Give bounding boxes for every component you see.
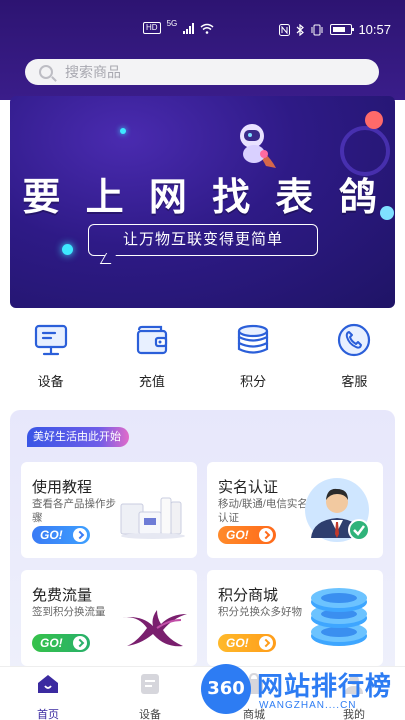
shortcut-label: 设备 <box>37 374 64 389</box>
5g-label: 5G <box>166 18 178 28</box>
app-header: HD 5G 10:57 <box>0 0 405 100</box>
card-title: 免费流量 <box>32 587 93 604</box>
hd-icon: HD <box>143 22 161 34</box>
go-label: GO! <box>40 636 63 650</box>
go-button[interactable]: GO! <box>32 526 90 544</box>
status-bar: HD 5G 10:57 <box>0 0 405 50</box>
promo-section: 美好生活由此开始 使用教程 查看各产品操作步骤 GO! 实名认证 移动/联通/电… <box>10 410 395 680</box>
promo-banner[interactable]: 要 上 网 找 表 鸽 让万物互联变得更简单 <box>10 96 395 308</box>
shortcut-label: 充值 <box>138 374 165 389</box>
nav-label: 首页 <box>37 709 59 720</box>
card-points-mall[interactable]: 积分商城 积分兑换众多好物 GO! <box>207 570 383 666</box>
system-indicators: 10:57 <box>279 22 391 37</box>
card-title: 使用教程 <box>32 479 93 496</box>
red-star-decoration <box>365 111 383 129</box>
banner-title: 要 上 网 找 表 鸽 <box>22 175 383 219</box>
go-button[interactable]: GO! <box>32 634 90 652</box>
card-free-data[interactable]: 免费流量 签到积分换流量 GO! <box>21 570 197 666</box>
card-desc: 积分兑换众多好物 <box>218 606 302 618</box>
cyan-star-decoration <box>120 128 126 134</box>
nav-home[interactable]: 首页 <box>18 673 78 720</box>
coin-stack-icon <box>238 324 269 354</box>
go-label: GO! <box>226 528 249 542</box>
shortcut-device[interactable]: 设备 <box>6 322 96 397</box>
nav-label: 设备 <box>139 709 161 720</box>
home-icon <box>38 675 58 693</box>
signal-icon <box>183 22 195 34</box>
watermark-text: 网站排行榜 <box>257 672 393 702</box>
device-icon <box>141 674 159 694</box>
chevron-right-icon <box>259 528 273 542</box>
site-watermark: 360 网站排行榜 WANGZHAN....CN <box>195 660 405 720</box>
search-bar[interactable] <box>25 59 379 85</box>
shortcut-label: 客服 <box>341 374 368 389</box>
devices-art <box>120 497 185 539</box>
card-title: 实名认证 <box>218 479 279 496</box>
search-icon <box>39 65 53 79</box>
astronaut-icon <box>240 124 276 168</box>
shortcut-points[interactable]: 积分 <box>208 322 298 397</box>
promo-tag: 美好生活由此开始 <box>27 427 129 447</box>
card-desc: 签到积分换流量 <box>32 606 106 618</box>
bluetooth-icon <box>297 23 305 36</box>
shortcut-recharge[interactable]: 充值 <box>107 322 197 397</box>
phone-icon <box>338 323 371 357</box>
monitor-icon <box>34 324 67 356</box>
verified-user-art <box>305 478 370 542</box>
go-button[interactable]: GO! <box>218 634 276 652</box>
status-time: 10:57 <box>358 22 391 37</box>
card-desc: 查看各产品操作步骤 <box>32 498 116 524</box>
chevron-right-icon <box>259 636 273 650</box>
card-tutorial[interactable]: 使用教程 查看各产品操作步骤 GO! <box>21 462 197 558</box>
vibrate-icon <box>311 24 323 35</box>
network-indicators: HD 5G <box>143 18 214 34</box>
nfc-icon <box>279 23 291 36</box>
chevron-right-icon <box>73 528 87 542</box>
banner-subtitle: 让万物互联变得更简单 <box>88 224 318 256</box>
shortcut-label: 积分 <box>240 374 267 389</box>
shortcut-row: 设备 充值 积分 客服 <box>0 322 405 397</box>
go-label: GO! <box>40 528 63 542</box>
go-label: GO! <box>226 636 249 650</box>
wallet-icon <box>136 325 167 355</box>
card-title: 积分商城 <box>218 587 279 604</box>
cyan-star-decoration <box>62 244 73 255</box>
search-input[interactable] <box>65 64 345 80</box>
card-realname[interactable]: 实名认证 移动/联通/电信实名认证 GO! <box>207 462 383 558</box>
battery-icon <box>330 24 355 35</box>
watermark-badge: 360 <box>201 664 251 714</box>
nav-device[interactable]: 设备 <box>120 673 180 720</box>
chevron-right-icon <box>73 636 87 650</box>
shortcut-service[interactable]: 客服 <box>309 322 399 397</box>
wifi-icon <box>200 23 214 34</box>
bird-logo-art <box>119 610 187 647</box>
card-desc: 移动/联通/电信实名认证 <box>218 498 308 524</box>
coin-stack-art <box>311 588 367 646</box>
go-button[interactable]: GO! <box>218 526 276 544</box>
watermark-url: WANGZHAN....CN <box>259 700 357 711</box>
